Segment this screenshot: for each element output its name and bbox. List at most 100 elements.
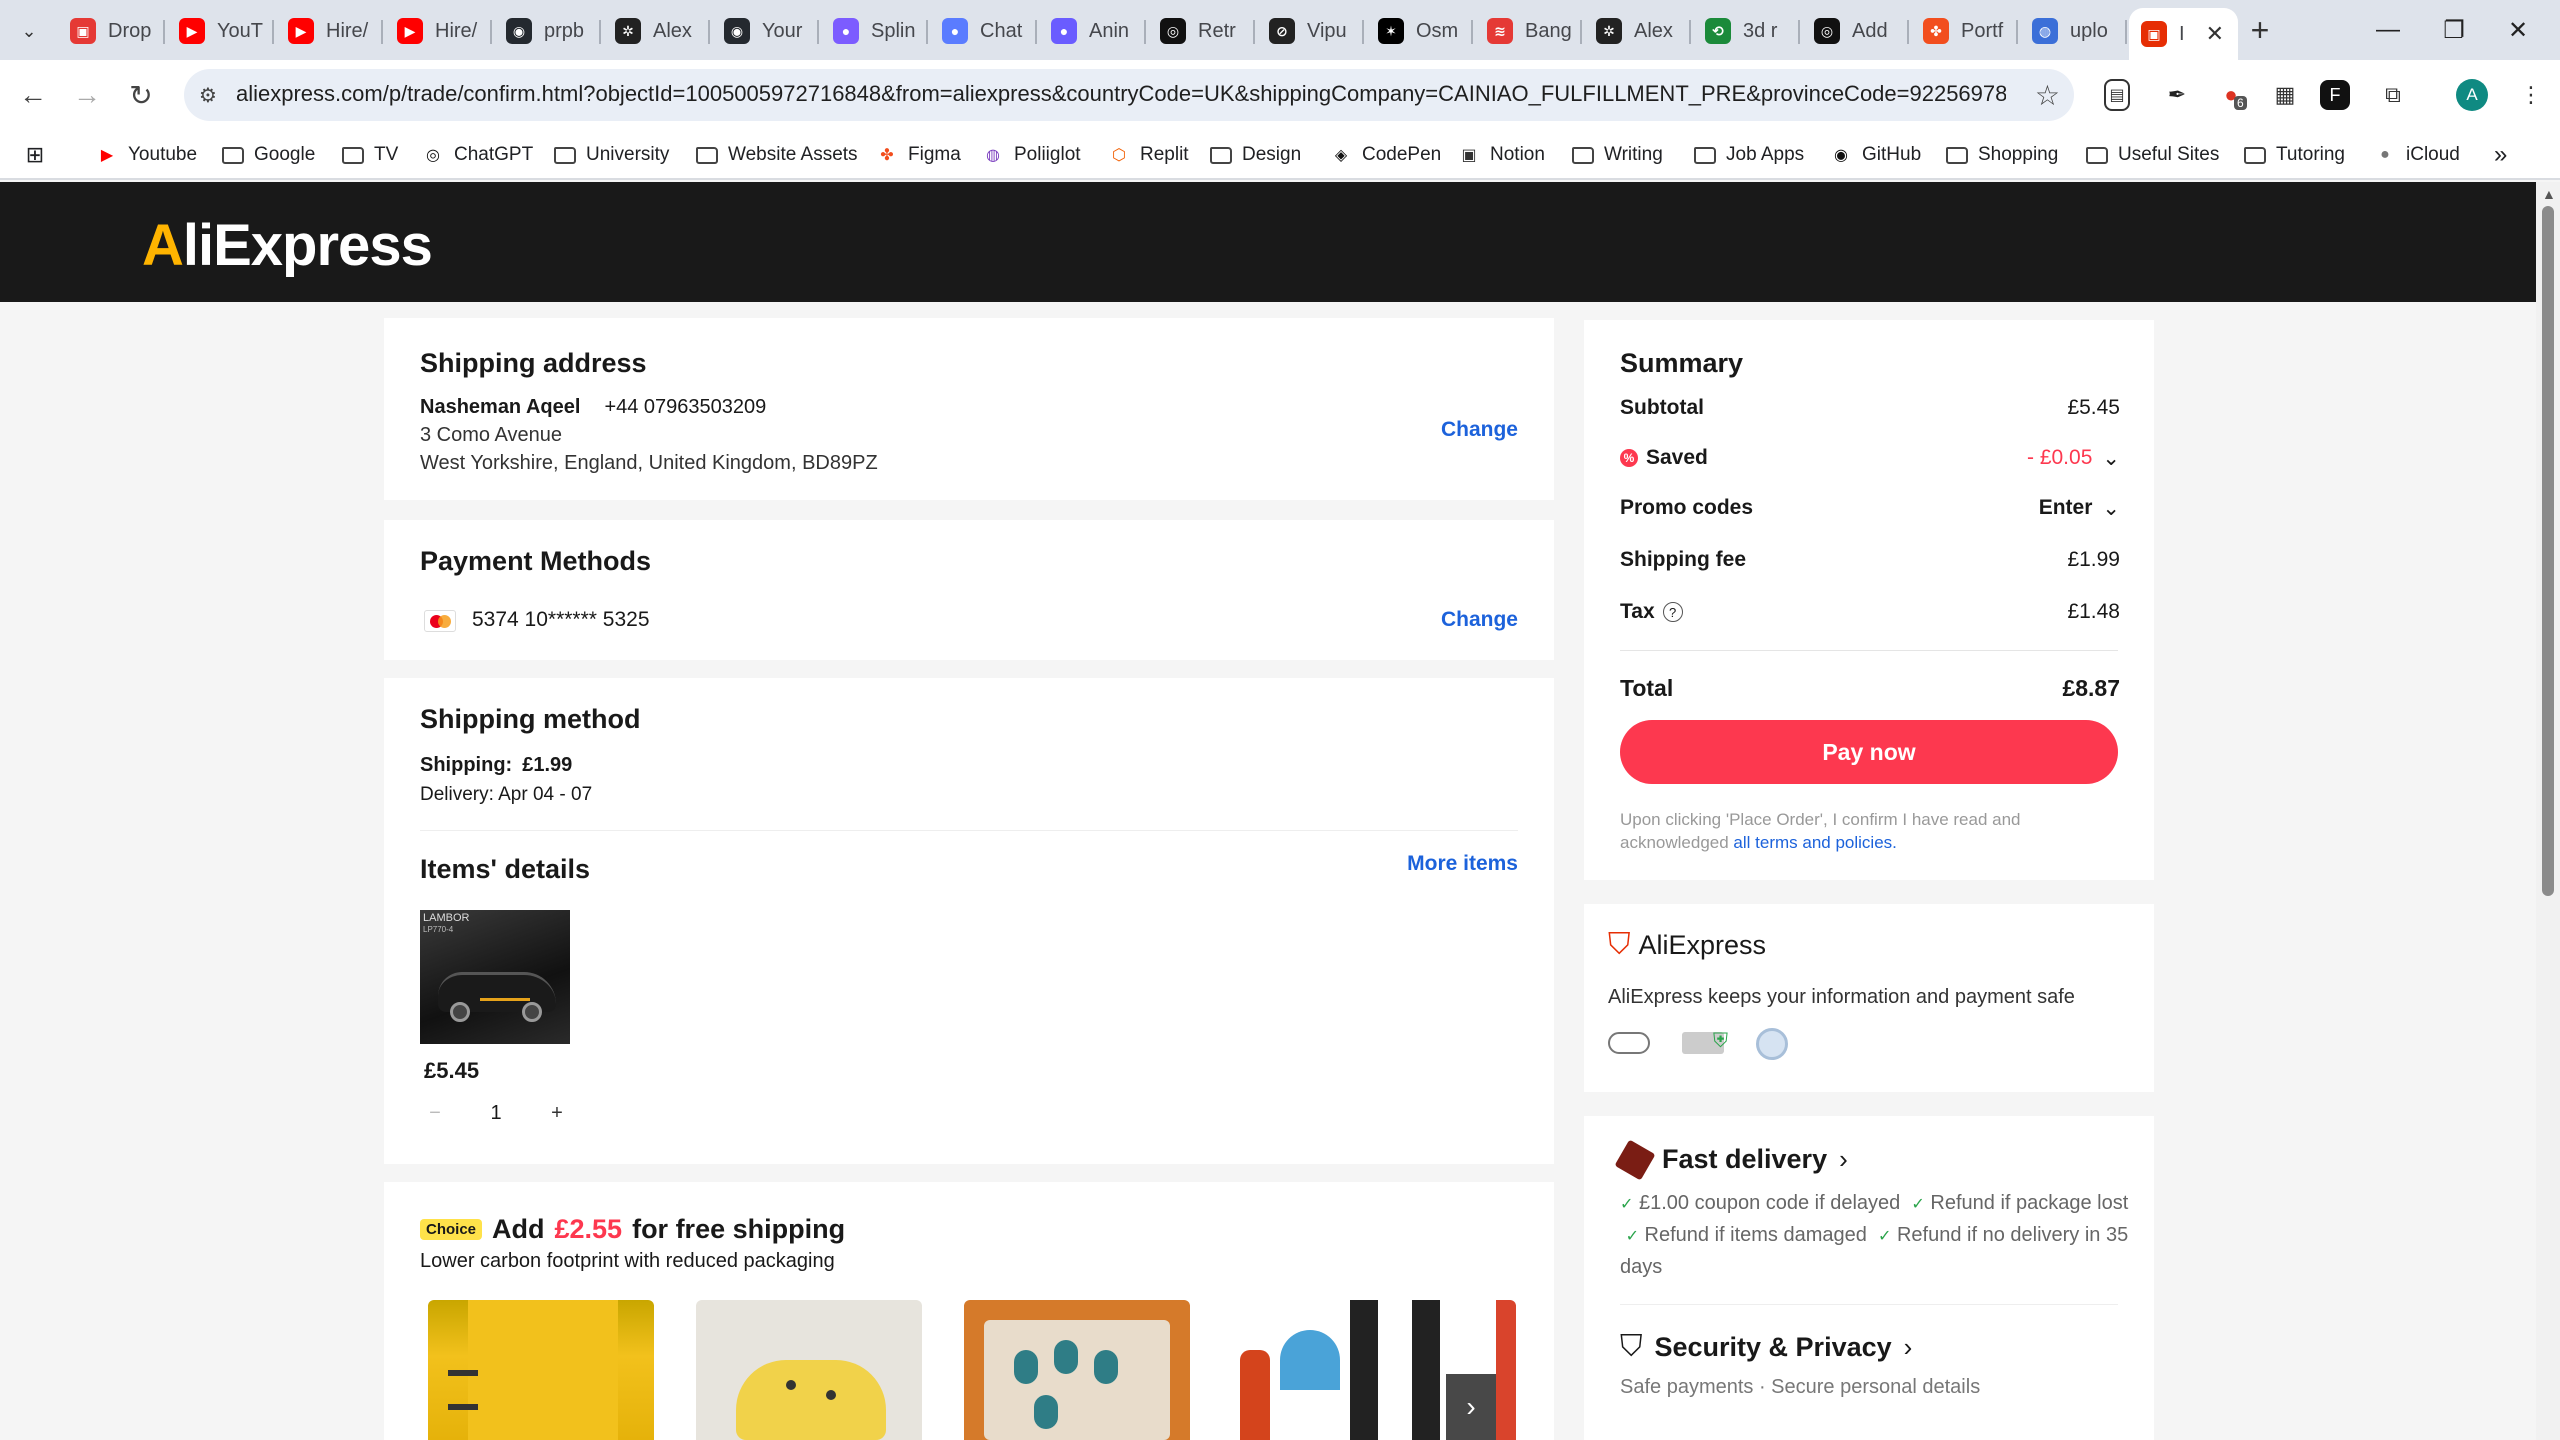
fast-delivery-link[interactable]: Fast delivery › — [1614, 1139, 1848, 1180]
forward-icon[interactable]: → — [66, 74, 108, 116]
bookmark-useful-sites[interactable]: Useful Sites — [2086, 140, 2219, 170]
chrome-menu-icon[interactable]: ⋮ — [2512, 76, 2550, 114]
browser-tab[interactable]: ✤ Portf — [1911, 10, 2018, 52]
change-address-link[interactable]: Change — [1441, 418, 1518, 442]
bookmark-poliiglot[interactable]: ◍ Poliiglot — [982, 140, 1081, 170]
browser-tab[interactable]: ◎ Add — [1802, 10, 1909, 52]
bookmark-github[interactable]: ◉ GitHub — [1830, 140, 1921, 170]
browser-tab[interactable]: ▶ YouT — [167, 10, 274, 52]
bookmark-star-icon[interactable]: ☆ — [2035, 79, 2060, 112]
extension-red-icon[interactable]: ● 6 — [2212, 76, 2250, 114]
qty-increase-button[interactable]: + — [542, 1102, 572, 1125]
minimize-icon[interactable]: — — [2358, 12, 2418, 48]
extension-doc-icon[interactable]: ▤ — [2104, 79, 2130, 111]
product-card-nails[interactable] — [964, 1300, 1190, 1440]
browser-tab[interactable]: ▶ Hire/ — [385, 10, 492, 52]
new-tab-button[interactable]: + — [2240, 12, 2280, 48]
bookmark-website-assets[interactable]: Website Assets — [696, 140, 858, 170]
aliexpress-logo[interactable]: AliExpress — [142, 212, 433, 279]
browser-tab[interactable]: ⟲ 3d r — [1693, 10, 1800, 52]
bookmark-figma[interactable]: ✤ Figma — [876, 140, 961, 170]
github-icon: ◉ — [1834, 147, 1848, 164]
site-info-icon[interactable]: ⚙ — [194, 81, 222, 109]
browser-tab[interactable]: ● Splin — [821, 10, 928, 52]
address-bar[interactable]: ⚙ aliexpress.com/p/trade/confirm.html?ob… — [184, 69, 2074, 121]
browser-tab[interactable]: ✶ Osm — [1366, 10, 1473, 52]
extension-f-icon[interactable]: F — [2320, 80, 2350, 110]
help-icon[interactable]: ? — [1662, 602, 1683, 622]
bookmark-design[interactable]: Design — [1210, 140, 1301, 170]
carousel-next-button[interactable]: › — [1446, 1374, 1496, 1440]
bookmark-writing[interactable]: Writing — [1572, 140, 1663, 170]
divider — [1620, 650, 2118, 651]
bookmark-icloud[interactable]: ● iCloud — [2374, 140, 2460, 170]
bookmark-tutoring[interactable]: Tutoring — [2244, 140, 2345, 170]
browser-tab[interactable]: ✲ Alex — [1584, 10, 1691, 52]
browser-tab[interactable]: ◎ Retr — [1148, 10, 1255, 52]
bookmark-tv[interactable]: TV — [342, 140, 398, 170]
browser-tab[interactable]: ● Chat — [930, 10, 1037, 52]
guarantee-item: £1.00 coupon code if delayed — [1638, 1192, 1901, 1214]
security-privacy-link[interactable]: ⛉ Security & Privacy › — [1620, 1330, 1912, 1364]
divider — [420, 830, 1518, 831]
eyedropper-icon[interactable]: ✒ — [2158, 76, 2196, 114]
browser-tab[interactable]: ◉ Your — [712, 10, 819, 52]
browser-tab[interactable]: ⊘ Vipu — [1257, 10, 1364, 52]
tab-search-icon[interactable]: ⌄ — [12, 14, 46, 48]
scroll-up-icon[interactable]: ▲ — [2542, 186, 2556, 202]
bookmark-notion[interactable]: ▣ Notion — [1458, 140, 1544, 170]
recipient-name: Nasheman Aqeel — [420, 396, 581, 418]
page-scrollbar[interactable]: ▲ — [2536, 182, 2560, 1440]
scrollbar-thumb[interactable] — [2542, 206, 2554, 896]
tab-favicon-icon: ◍ — [2032, 18, 2058, 44]
bookmark-label: iCloud — [2406, 144, 2460, 165]
browser-tab[interactable]: ≋ Bang — [1475, 10, 1582, 52]
tab-favicon-icon: ⊘ — [1269, 18, 1295, 44]
apps-grid-icon[interactable]: ⊞ — [24, 140, 46, 170]
bookmark-label: Poliiglot — [1014, 144, 1081, 165]
tab-separator — [1798, 20, 1800, 44]
browser-tab[interactable]: ▣ I ✕ — [2129, 8, 2238, 60]
apple-icon: ● — [2380, 146, 2390, 163]
browser-tab[interactable]: ▶ Hire/ — [276, 10, 383, 52]
browser-tab[interactable]: ● Anin — [1039, 10, 1146, 52]
bookmark-shopping[interactable]: Shopping — [1946, 140, 2058, 170]
choice-free-shipping-text: for free shipping — [632, 1214, 846, 1244]
qty-value[interactable]: 1 — [450, 1102, 542, 1125]
bookmark-chatgpt[interactable]: ◎ ChatGPT — [422, 140, 533, 170]
reload-icon[interactable]: ↻ — [120, 74, 162, 116]
bookmark-university[interactable]: University — [554, 140, 669, 170]
promo-enter-toggle[interactable]: Enter ⌄ — [2039, 496, 2120, 521]
extension-grid-icon[interactable]: ▦ — [2266, 76, 2304, 114]
back-icon[interactable]: ← — [12, 74, 54, 116]
restore-icon[interactable]: ❐ — [2424, 12, 2484, 48]
extension-badge: 6 — [2234, 96, 2247, 110]
qty-decrease-button[interactable]: − — [420, 1102, 450, 1125]
pay-now-button[interactable]: Pay now — [1620, 720, 2118, 784]
bookmark-label: TV — [374, 144, 399, 165]
bookmark-codepen[interactable]: ◈ CodePen — [1330, 140, 1441, 170]
product-card-plush[interactable] — [696, 1300, 922, 1440]
close-window-icon[interactable]: ✕ — [2488, 12, 2548, 48]
browser-tab[interactable]: ◉ prpb — [494, 10, 601, 52]
product-card-dress[interactable] — [428, 1300, 654, 1440]
terms-link[interactable]: all terms and policies. — [1733, 833, 1896, 852]
bookmark-google[interactable]: Google — [222, 140, 315, 170]
bookmark-job-apps[interactable]: Job Apps — [1694, 140, 1804, 170]
product-thumbnail[interactable]: LAMBOR LP770-4 — [420, 910, 570, 1044]
change-payment-link[interactable]: Change — [1441, 608, 1518, 632]
browser-tab[interactable]: ✲ Alex — [603, 10, 710, 52]
bookmark-replit[interactable]: ⬡ Replit — [1108, 140, 1189, 170]
profile-avatar[interactable]: A — [2456, 79, 2488, 111]
url-text[interactable]: aliexpress.com/p/trade/confirm.html?obje… — [236, 81, 2006, 107]
browser-tab[interactable]: ▣ Drop — [58, 10, 165, 52]
browser-tab[interactable]: ◍ uplo — [2020, 10, 2127, 52]
bookmark-youtube[interactable]: ▶ Youtube — [96, 140, 197, 170]
saved-toggle[interactable]: - £0.05 ⌄ — [2027, 446, 2120, 471]
shipping-fee-label: Shipping fee — [1620, 548, 1746, 571]
more-bookmarks-icon[interactable]: » — [2494, 140, 2507, 170]
more-items-link[interactable]: More items — [1407, 852, 1518, 876]
tab-separator — [708, 20, 710, 44]
extensions-puzzle-icon[interactable]: ⧉ — [2374, 76, 2412, 114]
tab-close-icon[interactable]: ✕ — [2206, 21, 2224, 47]
